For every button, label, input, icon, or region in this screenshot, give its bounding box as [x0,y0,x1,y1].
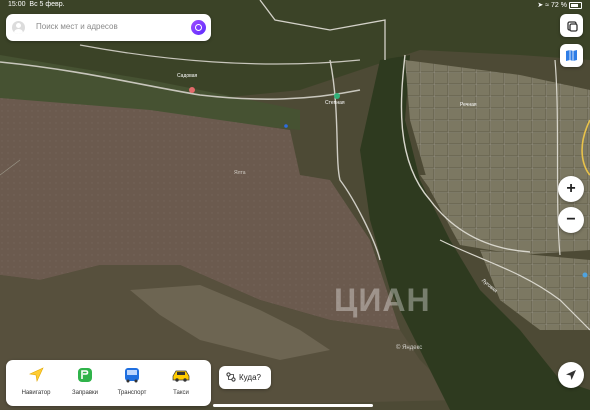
fuel-icon [72,364,98,386]
service-taxi[interactable]: Такси [159,364,203,396]
minus-icon: − [566,211,576,228]
map-view[interactable]: Садовая Степная Речная Луговая Ялта ЦИАН… [0,0,590,410]
service-label: Транспорт [117,390,147,396]
service-transport[interactable]: Транспорт [110,364,154,396]
map-book-icon [566,50,577,61]
status-time: 15:00 [8,1,26,8]
taxi-icon [168,364,194,386]
service-label: Такси [173,390,189,396]
search-placeholder[interactable]: Поиск мест и адресов [36,22,118,31]
location-arrow-icon: ➤ [537,2,544,9]
location-arrow-icon [566,370,576,380]
satellite-map [0,0,590,410]
where-to-button[interactable]: Куда? [219,366,271,389]
layers-icon [566,20,578,32]
battery-icon [569,1,582,9]
service-navigator[interactable]: Навигатор [14,364,58,396]
where-to-label: Куда? [239,373,261,382]
layers-button[interactable] [560,14,583,37]
navigator-icon [23,364,49,386]
bus-icon [119,364,145,386]
map-copyright: © Яндекс [396,345,423,351]
user-avatar-icon[interactable] [12,21,25,34]
map-label: Ялта [234,170,246,176]
alice-voice-assistant-icon[interactable] [191,20,206,35]
service-label: Заправки [71,390,99,396]
home-indicator [213,404,373,407]
map-label: Речная [460,102,477,108]
offline-maps-button[interactable] [560,44,583,67]
services-panel: Навигатор Заправки Транспорт Такси [6,360,211,406]
map-label: Степная [325,100,345,106]
plus-icon: + [566,180,576,197]
watermark: ЦИАН [334,282,431,318]
status-bar: 15:00 Вс 5 февр. ➤ ≈ 72 % [0,0,590,11]
service-label: Навигатор [21,390,51,396]
status-date: Вс 5 февр. [29,1,65,8]
my-location-button[interactable] [558,362,584,388]
service-fuel[interactable]: Заправки [63,364,107,396]
wifi-icon: ≈ [545,2,550,9]
route-icon [226,372,236,382]
zoom-out-button[interactable]: − [558,207,584,233]
zoom-in-button[interactable]: + [558,176,584,202]
battery-percent: 72 % [551,2,567,9]
map-label: Садовая [177,73,198,79]
search-bar[interactable]: Поиск мест и адресов [6,14,211,41]
